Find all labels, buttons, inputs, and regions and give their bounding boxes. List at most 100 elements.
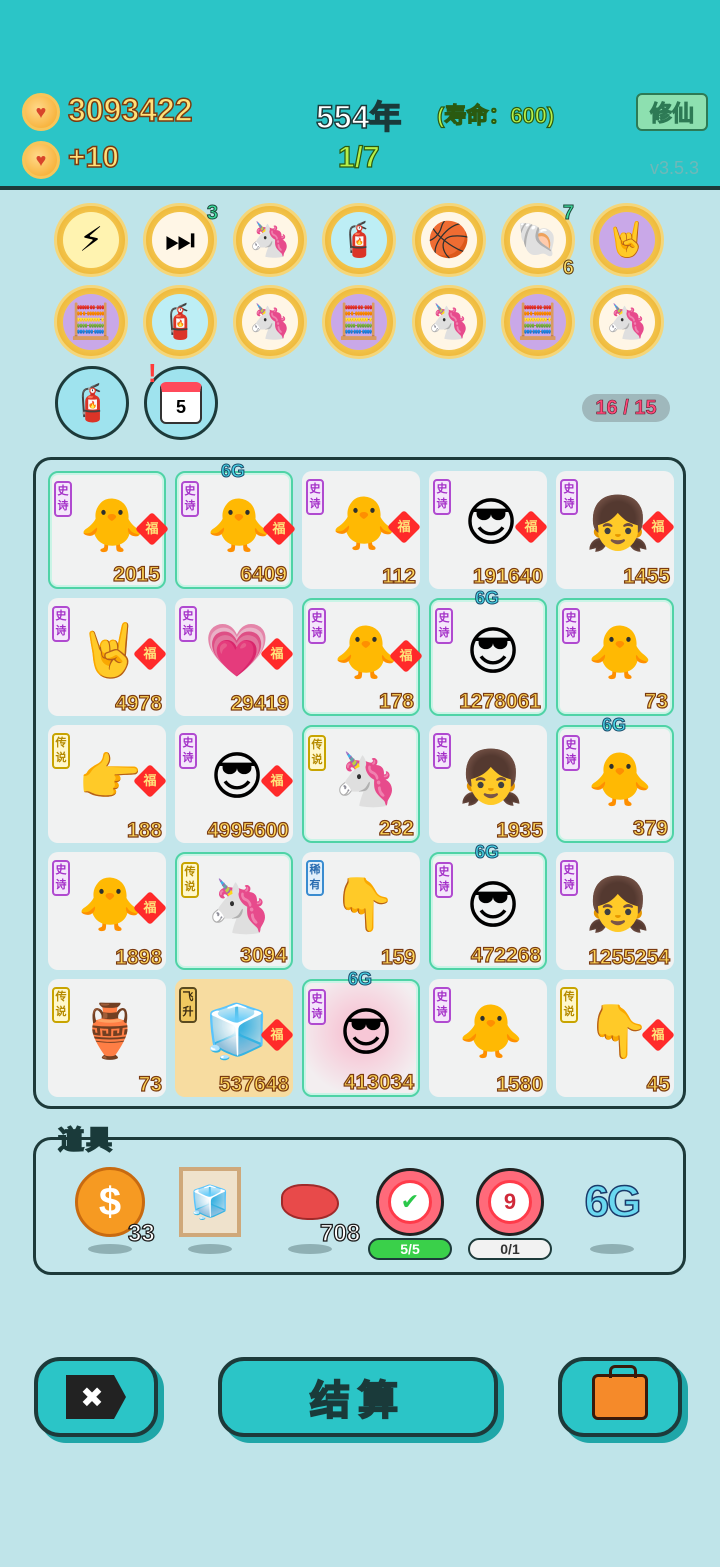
rarity-tag: 史诗 (433, 733, 451, 769)
fortune-badge-label: 福 (143, 646, 157, 661)
math-boy-icon[interactable]: 🧮 (322, 285, 396, 359)
unicorn-icon[interactable]: 🦄 (590, 285, 664, 359)
air-pump-icon[interactable]: 🧯 (55, 366, 129, 440)
prop-shadow (188, 1244, 232, 1254)
card-tile[interactable]: 传说 🦄 3094 (175, 852, 293, 970)
liver-icon (281, 1184, 339, 1220)
card-tile[interactable]: 传说 👇 福 45 (556, 979, 675, 1097)
prop-shadow (88, 1244, 132, 1254)
card-tile[interactable]: 稀有 👇 159 (302, 852, 420, 970)
liver-prop-count: 708 (319, 1219, 361, 1247)
sixg-badge: 6G (601, 715, 627, 736)
fortune-badge-icon: 福 (135, 512, 169, 546)
card-tile[interactable]: 传说 👉 福 188 (48, 725, 167, 843)
card-value: 1278061 (459, 689, 542, 713)
sixg-icon: 6G (584, 1176, 642, 1227)
cultivate-button[interactable]: 修仙 (636, 93, 708, 131)
rock-hand-icon[interactable]: 🤘 (590, 203, 664, 277)
card-tile[interactable]: 传说 🦄 232 (302, 725, 420, 843)
sixg-badge: 6G (347, 969, 373, 990)
card-tile[interactable]: 史诗 🐥 福 6G 6409 (175, 461, 296, 589)
card-tile[interactable]: 史诗 😎 6G 413034 (302, 969, 420, 1097)
unicorn-icon[interactable]: 🦄 (233, 203, 307, 277)
card-tile[interactable]: 史诗 🤘 福 4978 (48, 598, 167, 716)
settle-button[interactable]: 结算 (218, 1357, 498, 1437)
card-tile[interactable]: 史诗 👧 福 1455 (556, 471, 675, 589)
lifespan-label: (寿命：600) (436, 102, 555, 128)
card-tile[interactable]: 史诗 🐥 6G 379 (556, 715, 674, 843)
card-tile[interactable]: 史诗 👧 1255254 (556, 852, 674, 970)
check-target-prop[interactable]: ✔ (370, 1162, 450, 1242)
rarity-tag: 传说 (308, 735, 326, 771)
card-value: 188 (126, 818, 162, 842)
rarity-tag: 史诗 (181, 481, 199, 517)
card-tile[interactable]: 史诗 😎 福 4995600 (175, 725, 294, 843)
math-boy-icon[interactable]: 🧮 (501, 285, 575, 359)
props-title: 道具 (57, 1124, 115, 1156)
card-tile[interactable]: 史诗 😎 6G 472268 (429, 842, 547, 970)
card-value: 232 (378, 816, 414, 840)
inventory-button[interactable] (558, 1357, 682, 1437)
rarity-tag: 史诗 (562, 735, 580, 771)
card-value: 3094 (240, 943, 288, 967)
prop-shadow (590, 1244, 634, 1254)
fortune-badge-icon: 福 (262, 512, 296, 546)
fortune-badge-label: 福 (270, 1027, 284, 1042)
air-pump-icon[interactable]: 🧯 (143, 285, 217, 359)
fortune-badge-label: 福 (397, 519, 411, 534)
unicorn-icon[interactable]: 🦄 (412, 285, 486, 359)
rarity-tag: 史诗 (52, 860, 70, 896)
card-tile[interactable]: 史诗 😎 福 191640 (429, 471, 548, 589)
air-pump-icon[interactable]: 🧯 (322, 203, 396, 277)
fortune-badge-label: 福 (399, 648, 413, 663)
card-tile[interactable]: 史诗 🐥 福 178 (302, 598, 423, 716)
card-value: 73 (138, 1072, 163, 1096)
rarity-tag: 传说 (560, 987, 578, 1023)
pointing-hand-icon: 👇 (331, 875, 397, 934)
coin-total: 3093422 (67, 91, 193, 129)
stage-progress: 1/7 (337, 140, 380, 174)
fortune-badge-label: 福 (143, 773, 157, 788)
card-tile[interactable]: 史诗 🐥 73 (556, 598, 674, 716)
rarity-tag: 史诗 (560, 479, 578, 515)
skip-forward-icon[interactable]: ⏭ 3 (143, 202, 219, 277)
card-tile[interactable]: 史诗 🐥 福 112 (302, 471, 421, 589)
card-tile[interactable]: 传说 🏺 73 (48, 979, 166, 1097)
sixg-badge: 6G (474, 588, 500, 609)
close-button[interactable]: ✖ (34, 1357, 158, 1437)
card-tile[interactable]: 史诗 🐥 福 1898 (48, 852, 167, 970)
fortune-badge-icon: 福 (641, 1018, 675, 1052)
target-progress-pill: 0/1 (468, 1238, 552, 1260)
card-value: 472268 (470, 943, 541, 967)
rarity-tag: 史诗 (435, 862, 453, 898)
fortune-badge-label: 福 (270, 646, 284, 661)
settle-label: 结算 (309, 1378, 406, 1424)
card-tile[interactable]: 史诗 🐥 1580 (429, 979, 547, 1097)
year-label: 554年 (315, 98, 402, 136)
fortune-badge-label: 福 (272, 521, 286, 536)
basketballs-icon[interactable]: 🏀 (412, 203, 486, 277)
card-tile[interactable]: 史诗 👧 1935 (429, 725, 547, 843)
shell-icon[interactable]: 🐚 7 6 (501, 202, 575, 280)
card-tile[interactable]: 飞升 🧊 福 537648 (175, 979, 294, 1097)
math-boy-icon[interactable]: 🧮 (54, 285, 128, 359)
unicorn-icon[interactable]: 🦄 (233, 285, 307, 359)
card-value: 29419 (230, 691, 290, 715)
card-value: 159 (380, 945, 416, 969)
fortune-badge-label: 福 (651, 519, 665, 534)
fortune-badge-label: 福 (145, 521, 159, 536)
card-tile[interactable]: 史诗 😎 6G 1278061 (429, 588, 547, 716)
card-value: 6409 (240, 562, 288, 586)
card-tile[interactable]: 史诗 🐥 福 2015 (48, 471, 169, 589)
rarity-tag: 传说 (52, 733, 70, 769)
fridge-frame-prop[interactable]: 🧊 (170, 1162, 250, 1242)
rarity-tag: 史诗 (562, 608, 580, 644)
fortune-badge-icon: 福 (260, 637, 294, 671)
number-target-prop[interactable]: 9 (470, 1162, 550, 1242)
heart-coin-icon: ♥ (22, 93, 60, 131)
sixg-badge: 6G (474, 842, 500, 863)
lightning-icon[interactable]: ⚡ (54, 203, 128, 277)
rarity-tag: 史诗 (433, 987, 451, 1023)
card-tile[interactable]: 史诗 💗 福 29419 (175, 598, 294, 716)
sixg-prop[interactable]: 6G (572, 1162, 652, 1242)
